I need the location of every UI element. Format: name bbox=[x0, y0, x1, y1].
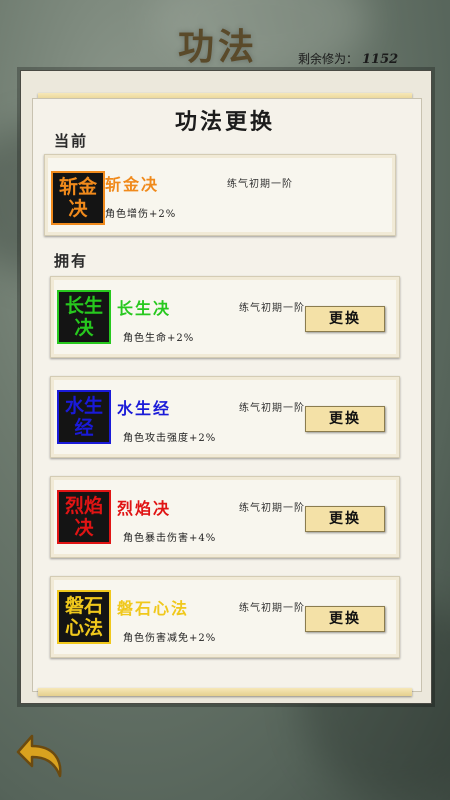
remaining-value: 1152 bbox=[362, 52, 399, 67]
owned-technique-card: 水生经 水生经 练气初期一阶 角色攻击强度+2% 更换 bbox=[50, 376, 400, 458]
technique-level: 练气初期一阶 bbox=[239, 303, 305, 314]
swap-button[interactable]: 更换 bbox=[305, 406, 385, 432]
technique-name: 烈焰决 bbox=[117, 499, 172, 518]
technique-name: 水生经 bbox=[117, 399, 172, 418]
owned-technique-card: 长生决 长生决 练气初期一阶 角色生命+2% 更换 bbox=[50, 276, 400, 358]
technique-name: 长生决 bbox=[117, 299, 172, 318]
remaining-cultivation: 剩余修为： 1152 bbox=[298, 50, 398, 67]
current-technique-card: 斩金决 斩金决 练气初期一阶 角色增伤+2% bbox=[44, 154, 396, 236]
technique-name: 斩金决 bbox=[105, 175, 160, 194]
swap-button[interactable]: 更换 bbox=[305, 506, 385, 532]
technique-effect: 角色生命+2% bbox=[123, 333, 195, 344]
swap-button[interactable]: 更换 bbox=[305, 306, 385, 332]
current-label: 当前 bbox=[54, 132, 89, 150]
technique-badge: 烈焰决 bbox=[57, 490, 111, 544]
technique-effect: 角色暴击伤害+4% bbox=[123, 533, 217, 544]
technique-badge: 斩金决 bbox=[51, 171, 105, 225]
technique-level: 练气初期一阶 bbox=[239, 603, 305, 614]
technique-badge: 水生经 bbox=[57, 390, 111, 444]
technique-name: 磐石心法 bbox=[117, 599, 190, 618]
technique-effect: 角色伤害减免+2% bbox=[123, 633, 217, 644]
scroll-band-bottom bbox=[38, 688, 412, 696]
technique-level: 练气初期一阶 bbox=[227, 179, 293, 190]
technique-effect: 角色攻击强度+2% bbox=[123, 433, 217, 444]
technique-level: 练气初期一阶 bbox=[239, 503, 305, 514]
swap-button[interactable]: 更换 bbox=[305, 606, 385, 632]
technique-badge: 长生决 bbox=[57, 290, 111, 344]
technique-effect: 角色增伤+2% bbox=[105, 209, 177, 220]
back-arrow-icon[interactable] bbox=[14, 730, 70, 782]
technique-level: 练气初期一阶 bbox=[239, 403, 305, 414]
owned-technique-card: 磐石 心法 磐石心法 练气初期一阶 角色伤害减免+2% 更换 bbox=[50, 576, 400, 658]
technique-badge: 磐石 心法 bbox=[57, 590, 111, 644]
owned-label: 拥有 bbox=[54, 252, 89, 270]
page-title: 功法 bbox=[178, 26, 259, 68]
owned-technique-card: 烈焰决 烈焰决 练气初期一阶 角色暴击伤害+4% 更换 bbox=[50, 476, 400, 558]
remaining-label: 剩余修为： bbox=[298, 52, 359, 66]
